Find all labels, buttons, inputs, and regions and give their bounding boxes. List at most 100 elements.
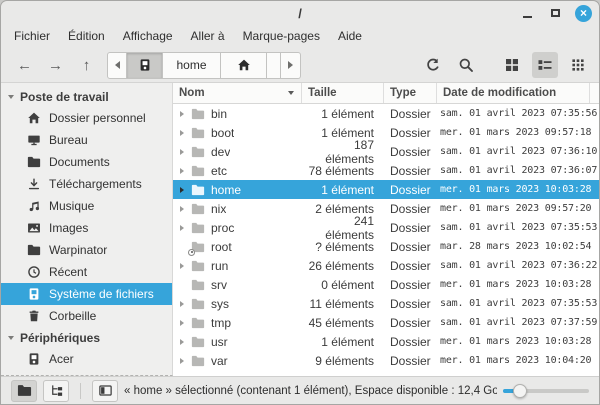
- file-name: etc: [211, 164, 227, 178]
- file-row[interactable]: sys11 élémentsDossiersam. 01 avril 2023 …: [173, 294, 599, 313]
- reload-button[interactable]: [420, 52, 446, 78]
- music-icon: [27, 199, 41, 213]
- sidebar-item-musique[interactable]: Musique: [1, 195, 172, 217]
- sidebar-item-images[interactable]: Images: [1, 217, 172, 239]
- expander-icon[interactable]: [180, 149, 184, 155]
- forward-button[interactable]: →: [40, 52, 71, 78]
- cell-size: 45 éléments: [302, 316, 384, 330]
- expander-icon[interactable]: [180, 130, 184, 136]
- file-row[interactable]: proc241 élémentsDossiersam. 01 avril 202…: [173, 218, 599, 237]
- clock-icon: [27, 265, 41, 279]
- pathbar-user-crumb[interactable]: [221, 52, 267, 79]
- folder-icon: [191, 202, 205, 216]
- column-header-name[interactable]: Nom: [173, 83, 302, 103]
- file-row[interactable]: home1 élémentDossiermer. 01 mars 2023 10…: [173, 180, 599, 199]
- column-header-row: Nom Taille Type Date de modification: [173, 83, 599, 104]
- expander-icon[interactable]: [180, 301, 184, 307]
- folder-icon: [191, 126, 205, 140]
- expander-icon[interactable]: [180, 339, 184, 345]
- main-area: Poste de travailDossier personnelBureauD…: [1, 83, 599, 376]
- sidebar-item-warpinator[interactable]: Warpinator: [1, 239, 172, 261]
- expander-icon[interactable]: [180, 225, 184, 231]
- pathbar-home-crumb[interactable]: home: [163, 52, 221, 79]
- file-row[interactable]: dev187 élémentsDossiersam. 01 avril 2023…: [173, 142, 599, 161]
- menubar: FichierÉditionAffichageAller àMarque-pag…: [1, 25, 599, 48]
- file-row[interactable]: bin1 élémentDossiersam. 01 avril 2023 07…: [173, 104, 599, 123]
- drive-icon: [138, 58, 152, 72]
- file-row[interactable]: nix2 élémentsDossiermer. 01 mars 2023 09…: [173, 199, 599, 218]
- sidebar-item-telechargements[interactable]: Téléchargements: [1, 173, 172, 195]
- home-icon: [237, 58, 251, 72]
- column-header-size[interactable]: Taille: [302, 83, 384, 103]
- file-row[interactable]: run26 élémentsDossiersam. 01 avril 2023 …: [173, 256, 599, 275]
- file-row[interactable]: etc78 élémentsDossiersam. 01 avril 2023 …: [173, 161, 599, 180]
- expander-icon[interactable]: [180, 111, 184, 117]
- maximize-button[interactable]: [547, 5, 564, 22]
- sidebar-item-label: Dossier personnel: [49, 111, 146, 125]
- menu-marque-pages[interactable]: Marque-pages: [234, 25, 329, 48]
- pathbar-scroll-left-button[interactable]: [107, 52, 127, 79]
- sidebar-item-bureau[interactable]: Bureau: [1, 129, 172, 151]
- file-name: var: [211, 354, 228, 368]
- zoom-slider[interactable]: [503, 377, 589, 404]
- expander-icon[interactable]: [180, 320, 184, 326]
- expander-icon[interactable]: [180, 358, 184, 364]
- pathbar-scroll-right-button[interactable]: [281, 52, 301, 79]
- expander-icon[interactable]: [180, 168, 184, 174]
- sidebar-item-acer[interactable]: Acer: [1, 348, 172, 370]
- up-button[interactable]: ↑: [71, 52, 102, 78]
- file-row[interactable]: boot1 élémentDossiermer. 01 mars 2023 09…: [173, 123, 599, 142]
- cell-date: sam. 01 avril 2023 07:37:59: [437, 317, 599, 328]
- close-button[interactable]: ×: [575, 5, 592, 22]
- show-places-button[interactable]: [11, 380, 37, 402]
- zoom-slider-handle[interactable]: [513, 384, 527, 398]
- file-row[interactable]: srv0 élémentDossiermer. 01 mars 2023 10:…: [173, 275, 599, 294]
- cell-name: var: [173, 354, 302, 368]
- icon-view-button[interactable]: [499, 52, 525, 78]
- minimize-button[interactable]: [519, 5, 536, 22]
- search-button[interactable]: [453, 52, 479, 78]
- toggle-side-panel-button[interactable]: [92, 380, 118, 402]
- treeview-icon: [49, 383, 64, 398]
- menu-aide[interactable]: Aide: [329, 25, 371, 48]
- file-name: tmp: [211, 316, 231, 330]
- expander-icon[interactable]: [180, 206, 184, 212]
- sidebar-item-documents[interactable]: Documents: [1, 151, 172, 173]
- sidebar-item-dossier-personnel[interactable]: Dossier personnel: [1, 107, 172, 129]
- column-header-type[interactable]: Type: [384, 83, 437, 103]
- menu-fichier[interactable]: Fichier: [5, 25, 59, 48]
- file-row[interactable]: var9 élémentsDossiermer. 01 mars 2023 10…: [173, 351, 599, 370]
- sidebar-item-label: Musique: [49, 199, 94, 213]
- expander-icon[interactable]: [180, 263, 184, 269]
- sidebar-item-systeme-de-fichiers[interactable]: Système de fichiers: [1, 283, 172, 305]
- folder-icon: [191, 316, 205, 330]
- column-header-date[interactable]: Date de modification: [437, 83, 590, 103]
- file-row[interactable]: tmp45 élémentsDossiersam. 01 avril 2023 …: [173, 313, 599, 332]
- file-row[interactable]: root? élémentsDossiermar. 28 mars 2023 1…: [173, 237, 599, 256]
- list-view-button[interactable]: [532, 52, 558, 78]
- sidebar-section-poste-de-travail[interactable]: Poste de travail: [1, 86, 172, 107]
- download-icon: [27, 177, 41, 191]
- cell-name: root: [173, 240, 302, 254]
- show-treeview-button[interactable]: [43, 380, 69, 402]
- file-rows: bin1 élément Dossier sam. 01 avril 2023 07…: [173, 104, 599, 376]
- icon-view-icon: [504, 57, 520, 73]
- file-row[interactable]: usr1 élémentDossiermer. 01 mars 2023 10:…: [173, 332, 599, 351]
- menu-affichage[interactable]: Affichage: [114, 25, 182, 48]
- compact-view-button[interactable]: [565, 52, 591, 78]
- cell-type: Dossier: [384, 221, 437, 235]
- home-icon: [27, 111, 41, 125]
- expander-icon[interactable]: [180, 187, 184, 193]
- pathbar-root-crumb[interactable]: [127, 52, 163, 79]
- menu-aller-a[interactable]: Aller à: [182, 25, 234, 48]
- cell-name: bin: [173, 107, 302, 121]
- menu-edition[interactable]: Édition: [59, 25, 114, 48]
- sidebar-item-recent[interactable]: Récent: [1, 261, 172, 283]
- close-icon: ×: [580, 6, 587, 21]
- sidebar-section-peripheriques[interactable]: Périphériques: [1, 327, 172, 348]
- sidebar-item-corbeille[interactable]: Corbeille: [1, 305, 172, 327]
- cell-date: sam. 01 avril 2023 07:36:22: [437, 260, 599, 271]
- drive-icon: [27, 287, 41, 301]
- back-button[interactable]: ←: [9, 52, 40, 78]
- cell-size: 1 élément: [302, 107, 384, 121]
